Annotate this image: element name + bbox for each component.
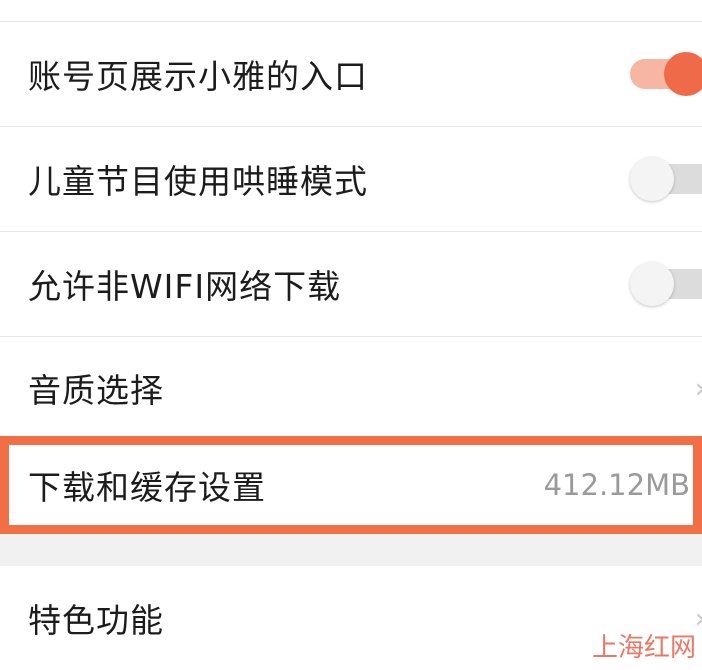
row-label: 特色功能 <box>28 601 164 640</box>
row-allow-non-wifi-download[interactable]: 允许非WIFI网络下载 <box>0 232 702 336</box>
watermark: 上海红网 <box>591 633 696 663</box>
settings-page: 账号页展示小雅的入口 儿童节目使用哄睡模式 允许非WIFI网络下载 音质选择 ›… <box>0 0 702 670</box>
toggle-knob <box>664 52 702 96</box>
chevron-right-icon: › <box>695 372 702 405</box>
toggle-kids-sleep-mode[interactable] <box>630 157 702 201</box>
chevron-right-icon: › <box>695 469 702 502</box>
toggle-knob <box>630 262 674 306</box>
toggle-allow-non-wifi-download[interactable] <box>630 262 702 306</box>
row-show-xiaoya-entry[interactable]: 账号页展示小雅的入口 <box>0 22 702 126</box>
toggle-show-xiaoya-entry[interactable] <box>630 52 702 96</box>
row-label: 儿童节目使用哄睡模式 <box>28 162 368 201</box>
cache-size-value: 412.12MB <box>543 468 690 502</box>
top-strip <box>0 0 702 21</box>
row-download-cache-settings[interactable]: 下载和缓存设置 412.12MB › <box>0 440 702 530</box>
row-label: 允许非WIFI网络下载 <box>28 267 342 306</box>
row-label: 账号页展示小雅的入口 <box>28 57 368 96</box>
row-label: 下载和缓存设置 <box>28 468 266 507</box>
row-label: 音质选择 <box>28 371 164 410</box>
row-kids-sleep-mode[interactable]: 儿童节目使用哄睡模式 <box>0 127 702 231</box>
row-audio-quality[interactable]: 音质选择 › <box>0 337 702 439</box>
toggle-knob <box>630 157 674 201</box>
